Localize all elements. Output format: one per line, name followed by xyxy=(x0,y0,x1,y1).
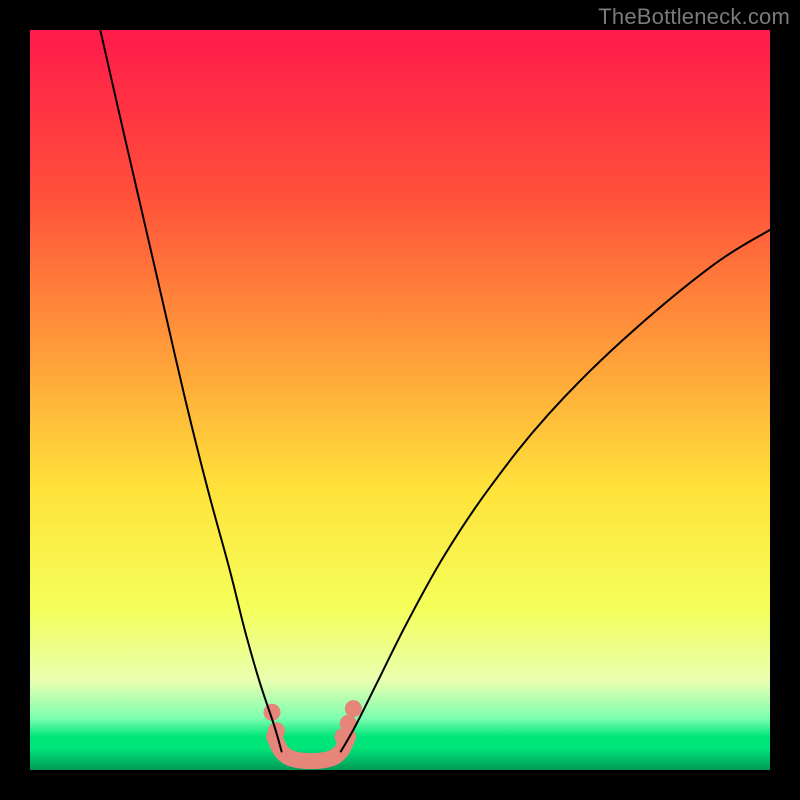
gradient-background xyxy=(30,30,770,770)
bottleneck-chart xyxy=(0,0,800,800)
chart-frame: TheBottleneck.com xyxy=(0,0,800,800)
optimal-dot xyxy=(345,700,362,717)
watermark-text: TheBottleneck.com xyxy=(598,4,790,30)
